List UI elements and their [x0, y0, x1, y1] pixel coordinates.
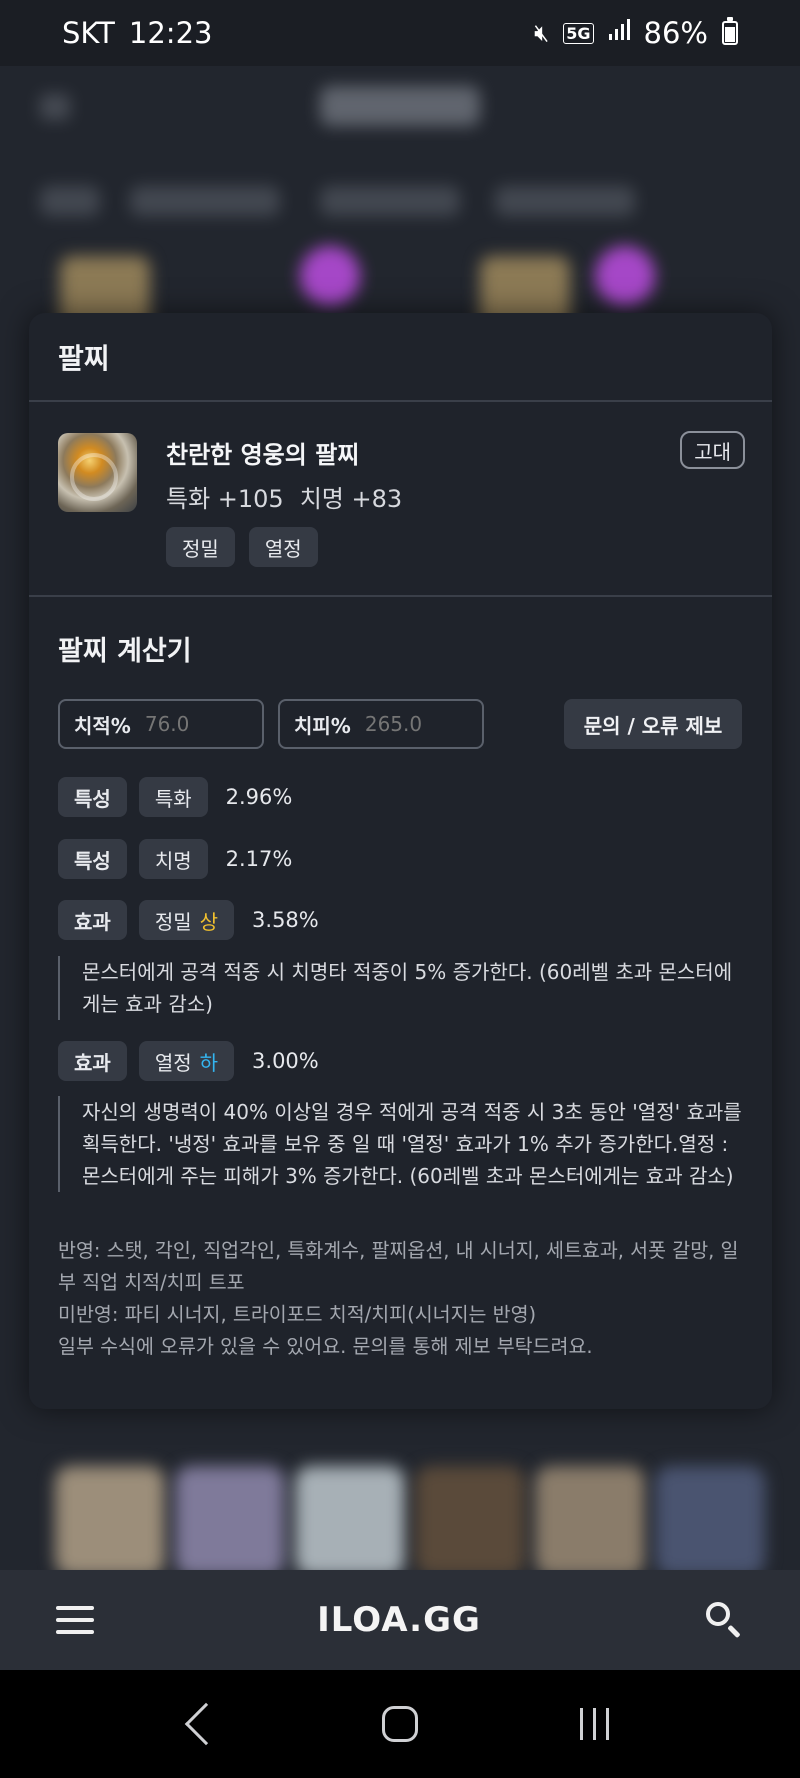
note-line: 반영: 스탯, 각인, 직업각인, 특화계수, 팔찌옵션, 내 시너지, 세트효… — [58, 1239, 739, 1294]
row-type-chip: 효과 — [58, 1041, 127, 1081]
grade-badge: 고대 — [680, 431, 745, 469]
row-type-chip: 특성 — [58, 777, 127, 817]
row-value: 3.58% — [252, 908, 319, 932]
crit-damage-label: 치피% — [294, 713, 351, 738]
mute-icon: 🔇︎ — [534, 19, 550, 47]
recent-apps-icon[interactable] — [580, 1708, 610, 1740]
search-icon[interactable] — [704, 1600, 744, 1640]
back-icon[interactable] — [184, 1702, 228, 1746]
effect-name: 열정 — [154, 1050, 192, 1075]
item-tag: 정밀 — [166, 527, 235, 567]
effect-row: 효과 열정 하 3.00% — [58, 1041, 319, 1081]
report-button[interactable]: 문의 / 오류 제보 — [564, 699, 742, 749]
bracelet-modal: 팔찌 찬란한 영웅의 팔찌 고대 특화 +105 치명 +83 정밀 열정 팔찌… — [29, 313, 772, 1409]
crit-damage-field[interactable]: 치피% — [278, 699, 484, 749]
stat-row: 특성 치명 2.17% — [58, 839, 292, 879]
crit-rate-field[interactable]: 치적% — [58, 699, 264, 749]
status-bar: SKT 12:23 🔇︎ 5G 86% — [0, 0, 800, 66]
system-nav-bar — [0, 1670, 800, 1778]
crit-rate-label: 치적% — [74, 713, 131, 738]
crit-rate-input[interactable] — [144, 712, 245, 736]
effect-row: 효과 정밀 상 3.58% — [58, 900, 319, 940]
item-tags: 정밀 열정 — [166, 527, 318, 567]
tab-blurred — [320, 186, 460, 216]
hamburger-icon[interactable] — [56, 1606, 94, 1634]
effect-grade-high: 상 — [199, 909, 219, 934]
card-blurred — [535, 1466, 645, 1570]
bracelet-item-icon — [58, 433, 137, 512]
item-tag: 열정 — [248, 527, 318, 567]
tab-blurred — [40, 186, 100, 216]
page-title-blurred — [320, 86, 480, 126]
note-line: 일부 수식에 오류가 있을 수 있어요. 문의를 통해 제보 부탁드려요. — [58, 1335, 593, 1358]
effect-grade-low: 하 — [199, 1050, 219, 1075]
calculator-notes: 반영: 스탯, 각인, 직업각인, 특화계수, 팔찌옵션, 내 시너지, 세트효… — [58, 1235, 748, 1363]
effect-name: 정밀 — [154, 909, 192, 934]
card-blurred — [655, 1466, 765, 1570]
row-value: 3.00% — [252, 1049, 319, 1073]
modal-title: 팔찌 — [58, 342, 110, 375]
badge-blurred — [595, 246, 655, 306]
status-left: SKT 12:23 — [62, 16, 212, 50]
row-type-chip: 특성 — [58, 839, 127, 879]
row-value: 2.17% — [225, 847, 293, 871]
divider — [29, 595, 772, 597]
carrier-label: SKT — [62, 16, 115, 50]
item-name: 찬란한 영웅의 팔찌 — [166, 441, 360, 469]
site-logo[interactable]: ILOA.GG — [317, 1600, 481, 1640]
item-stat: 치명 +83 — [299, 485, 403, 513]
network-icon: 5G — [563, 22, 594, 44]
row-name-chip: 열정 하 — [138, 1041, 235, 1081]
row-name-chip: 정밀 상 — [138, 900, 235, 940]
note-line: 미반영: 파티 시너지, 트라이포드 치적/치피(시너지는 반영) — [58, 1303, 537, 1326]
card-blurred — [55, 1466, 165, 1570]
battery-percent: 86% — [643, 16, 708, 50]
status-right: 🔇︎ 5G 86% — [534, 16, 738, 50]
row-type-chip: 효과 — [58, 900, 127, 940]
calculator-title: 팔찌 계산기 — [58, 636, 192, 667]
effect-description: 자신의 생명력이 40% 이상일 경우 적에게 공격 적중 시 3초 동안 '열… — [58, 1096, 748, 1192]
divider — [29, 400, 772, 402]
crit-damage-input[interactable] — [364, 712, 465, 736]
home-icon[interactable] — [382, 1706, 419, 1742]
tab-blurred — [495, 186, 635, 216]
row-name-chip: 치명 — [138, 839, 208, 879]
card-blurred — [175, 1466, 285, 1570]
card-blurred — [295, 1466, 405, 1570]
item-stat: 특화 +105 — [166, 485, 284, 513]
effect-description: 몬스터에게 공격 적중 시 치명타 적중이 5% 증가한다. (60레벨 초과 … — [58, 956, 748, 1020]
row-name-chip: 특화 — [138, 777, 208, 817]
signal-icon — [608, 19, 630, 47]
bottom-app-bar: ILOA.GG — [0, 1570, 800, 1670]
card-blurred — [415, 1466, 525, 1570]
stat-row: 특성 특화 2.96% — [58, 777, 292, 817]
back-arrow-icon — [40, 94, 70, 120]
battery-icon — [722, 17, 738, 45]
tab-blurred — [130, 186, 280, 216]
row-value: 2.96% — [225, 785, 293, 809]
badge-blurred — [300, 246, 360, 306]
item-stats: 특화 +105 치명 +83 — [166, 479, 402, 514]
clock: 12:23 — [128, 16, 213, 50]
